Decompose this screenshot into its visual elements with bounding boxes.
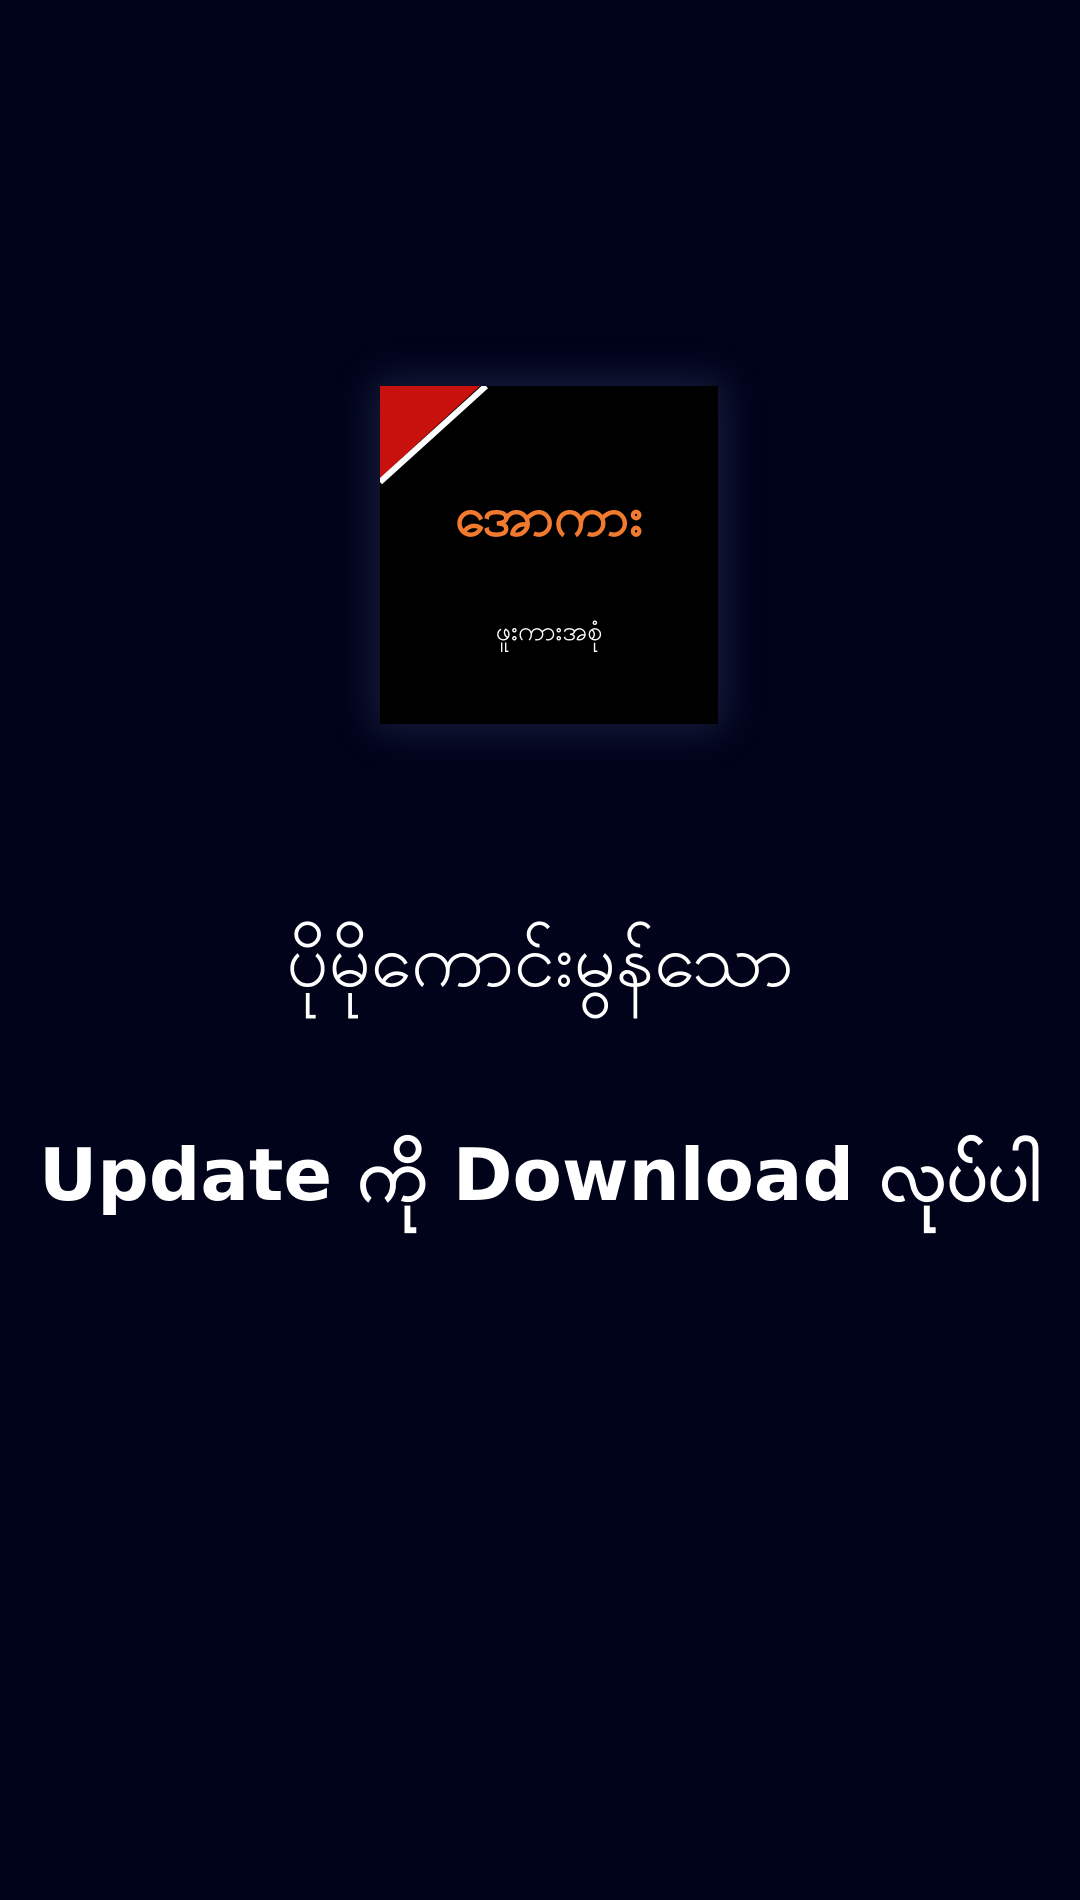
logo-subtitle: ဖူးကားအစုံ — [495, 616, 603, 647]
logo-red-triangle — [380, 386, 480, 478]
logo-title: အောကား — [455, 485, 643, 548]
update-message-line-2: Update ကို Download လုပ်ပါ — [38, 1133, 1042, 1217]
update-message-line-1: ပိုမိုကောင်းမွန်သော — [286, 918, 794, 1004]
update-screen: အောကား ဖူးကားအစုံ ပိုမိုကောင်းမွန်သော Up… — [0, 0, 1080, 1900]
app-logo: အောကား ဖူးကားအစုံ — [380, 386, 718, 724]
logo-corner-icon — [380, 386, 489, 485]
